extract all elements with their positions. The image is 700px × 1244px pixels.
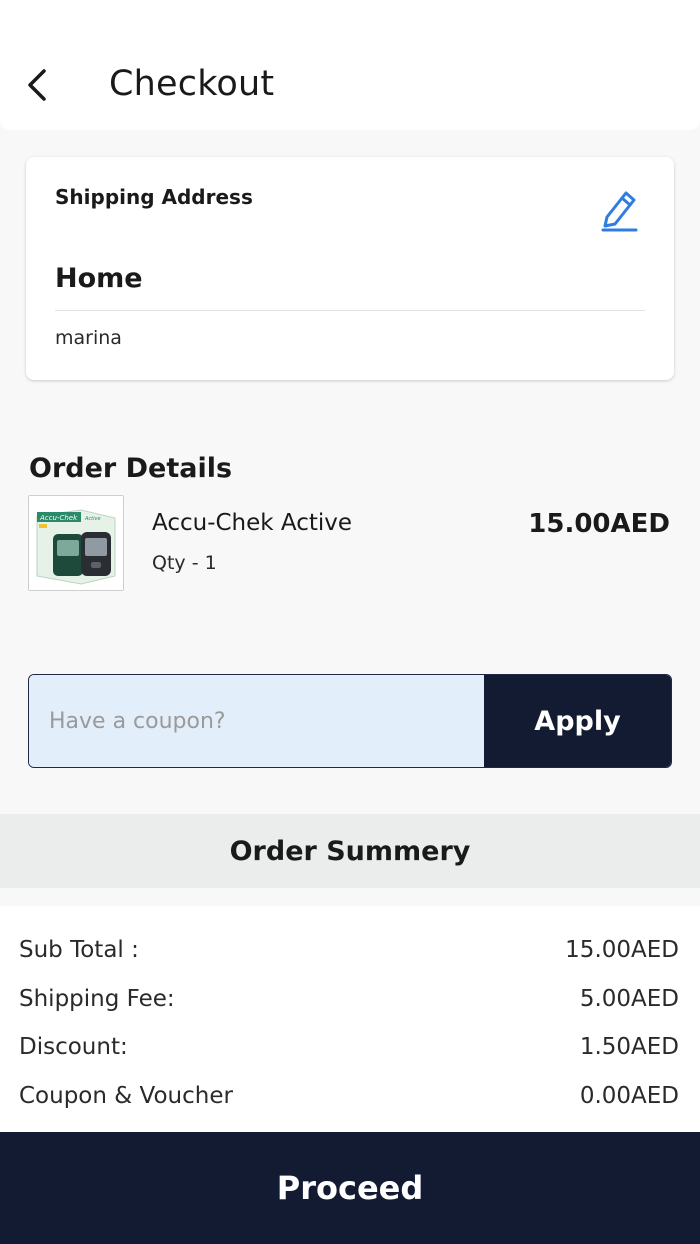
product-box-image: Accu-Chek Active [29, 496, 123, 590]
thumb-brand-text: Accu-Chek [39, 514, 78, 522]
summary-value: 1.50AED [579, 1034, 679, 1060]
summary-row-shipping-fee: Shipping Fee: 5.00AED [19, 979, 679, 1019]
order-details-title: Order Details [29, 453, 233, 484]
page-title: Checkout [109, 64, 275, 104]
coupon-form: Apply [28, 674, 672, 768]
qty-label: Qty - [152, 552, 205, 574]
shipping-address-card: Shipping Address Home marina [26, 157, 674, 380]
order-summary-body: Sub Total : 15.00AED Shipping Fee: 5.00A… [0, 906, 700, 1132]
coupon-input[interactable] [29, 675, 484, 767]
summary-value: 5.00AED [579, 986, 679, 1012]
address-name: Home [55, 263, 143, 294]
address-line: marina [55, 327, 122, 349]
divider [55, 310, 645, 311]
product-price: 15.00AED [528, 509, 670, 539]
summary-value: 15.00AED [565, 937, 679, 963]
shipping-address-label: Shipping Address [55, 185, 253, 209]
checkout-page: Checkout Shipping Address Home marina Or… [0, 0, 700, 1244]
summary-label: Coupon & Voucher [19, 1083, 233, 1109]
product-qty: Qty - 1 [152, 552, 217, 574]
summary-row-subtotal: Sub Total : 15.00AED [19, 930, 679, 970]
proceed-button[interactable]: Proceed [0, 1132, 700, 1244]
product-name: Accu-Chek Active [152, 510, 353, 536]
thumb-sub-text: Active [84, 516, 101, 522]
order-summary-title: Order Summery [229, 835, 471, 867]
qty-value: 1 [204, 552, 217, 574]
summary-row-discount: Discount: 1.50AED [19, 1027, 679, 1067]
app-header: Checkout [0, 0, 700, 130]
pencil-icon [601, 191, 638, 232]
apply-coupon-button[interactable]: Apply [484, 675, 671, 767]
summary-label: Shipping Fee: [19, 986, 175, 1012]
summary-label: Sub Total : [19, 937, 139, 963]
summary-label: Discount: [19, 1034, 128, 1060]
summary-row-coupon-voucher: Coupon & Voucher 0.00AED [19, 1076, 679, 1116]
summary-value: 0.00AED [579, 1083, 679, 1109]
order-summary-header: Order Summery [0, 814, 700, 888]
product-thumbnail[interactable]: Accu-Chek Active [28, 495, 124, 591]
edit-address-button[interactable] [599, 187, 643, 233]
chevron-left-icon [28, 69, 46, 101]
back-button[interactable] [18, 60, 58, 110]
